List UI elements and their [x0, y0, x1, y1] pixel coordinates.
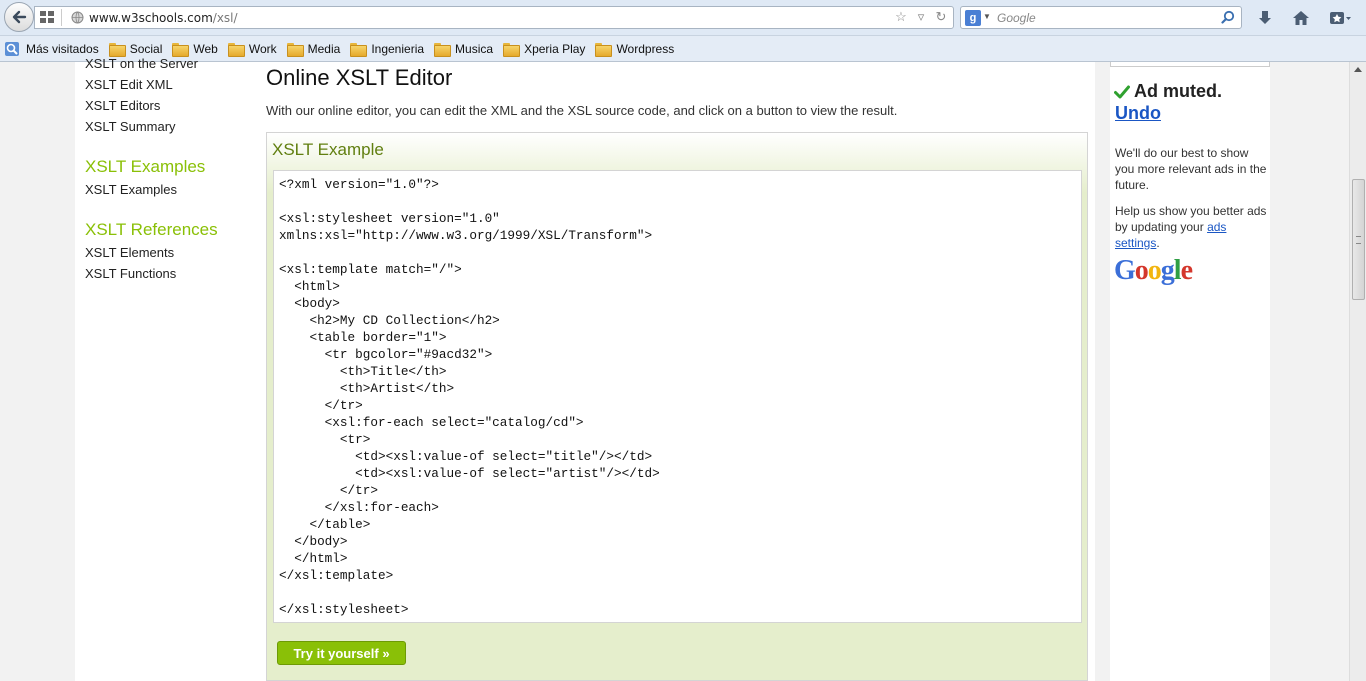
- main-content: Online XSLT Editor With our online edito…: [266, 62, 1088, 681]
- bookmark-label: Xperia Play: [524, 41, 586, 56]
- undo-link[interactable]: Undo: [1115, 103, 1161, 124]
- bookmark-label: Wordpress: [616, 41, 675, 56]
- bookmark-folder-media[interactable]: Media: [286, 39, 341, 59]
- example-title: XSLT Example: [272, 140, 384, 159]
- sidebar-link-xslt-examples[interactable]: XSLT Examples: [85, 179, 255, 200]
- address-separator: [61, 9, 62, 26]
- url-text[interactable]: www.w3schools.com/xsl/: [89, 11, 238, 25]
- ad-help-text: Help us show you better ads by updating …: [1115, 204, 1267, 234]
- code-block: <?xml version="1.0"?> <xsl:stylesheet ve…: [273, 170, 1082, 623]
- search-engine-dropdown-icon[interactable]: ▼: [983, 12, 991, 21]
- bookmark-folder-xperia-play[interactable]: Xperia Play: [503, 39, 585, 59]
- bookmarks-menu-icon: [1330, 12, 1351, 24]
- google-logo: Google: [1114, 255, 1193, 286]
- ad-panel: Ad muted. Undo We'll do our best to show…: [1110, 62, 1270, 681]
- ad-help-message: Help us show you better ads by updating …: [1115, 203, 1267, 251]
- intro-text: With our online editor, you can edit the…: [266, 103, 898, 118]
- sidebar-link-xslt-edit-xml[interactable]: XSLT Edit XML: [85, 74, 255, 95]
- tab-groups-icon[interactable]: [40, 11, 54, 23]
- back-arrow-icon: [12, 10, 27, 24]
- bookmark-label: Ingenieria: [371, 41, 425, 56]
- ad-message: We'll do our best to show you more relev…: [1115, 146, 1267, 192]
- address-bar[interactable]: www.w3schools.com/xsl/ ☆ ▿ ↻: [34, 6, 954, 29]
- vertical-scrollbar[interactable]: [1349, 62, 1366, 681]
- history-dropdown-icon[interactable]: ▿: [913, 9, 929, 25]
- navigation-toolbar: www.w3schools.com/xsl/ ☆ ▿ ↻ g ▼ Google: [0, 0, 1366, 36]
- example-box: XSLT Example <?xml version="1.0"?> <xsl:…: [266, 132, 1088, 681]
- folder-icon: [595, 42, 613, 57]
- search-bar[interactable]: g ▼ Google: [960, 6, 1242, 29]
- download-arrow-icon: [1259, 11, 1271, 24]
- sidebar-link-xslt-functions[interactable]: XSLT Functions: [85, 263, 255, 284]
- url-path: /xsl/: [212, 11, 238, 25]
- ad-muted-text: Ad muted.: [1134, 81, 1222, 101]
- try-it-yourself-button[interactable]: Try it yourself »: [277, 641, 406, 665]
- search-input[interactable]: Google: [997, 11, 1036, 25]
- folder-icon: [434, 42, 452, 57]
- ad-top-border: [1110, 62, 1270, 67]
- back-button[interactable]: [4, 2, 34, 32]
- bookmark-folder-wordpress[interactable]: Wordpress: [595, 39, 674, 59]
- most-visited-icon: [5, 41, 19, 56]
- folder-icon: [503, 42, 521, 57]
- left-sidebar: XSLT on the Server XSLT Edit XML XSLT Ed…: [85, 56, 255, 284]
- sidebar-link-xslt-elements[interactable]: XSLT Elements: [85, 242, 255, 263]
- sidebar-link-xslt-editors[interactable]: XSLT Editors: [85, 95, 255, 116]
- reload-icon[interactable]: ↻: [933, 9, 949, 25]
- search-engine-icon[interactable]: g: [965, 10, 981, 26]
- folder-icon: [286, 42, 304, 57]
- bookmarks-menu-button[interactable]: [1328, 6, 1352, 30]
- downloads-button[interactable]: [1253, 6, 1277, 30]
- ad-help-suffix: .: [1156, 236, 1160, 250]
- sidebar-link-xslt-summary[interactable]: XSLT Summary: [85, 116, 255, 137]
- sidebar-heading-examples: XSLT Examples: [85, 157, 206, 176]
- checkmark-icon: [1114, 85, 1130, 98]
- page-title: Online XSLT Editor: [266, 65, 453, 90]
- scroll-up-arrow-icon[interactable]: [1354, 67, 1362, 72]
- search-icon[interactable]: [1221, 10, 1235, 24]
- sidebar-heading-references: XSLT References: [85, 220, 218, 239]
- bookmark-label: Media: [307, 41, 341, 56]
- site-identity-icon[interactable]: [71, 11, 84, 24]
- code-text: <?xml version="1.0"?> <xsl:stylesheet ve…: [279, 177, 660, 617]
- address-bar-actions: ☆ ▿ ↻: [893, 9, 949, 25]
- sidebar-link-xslt-on-server[interactable]: XSLT on the Server: [85, 53, 255, 74]
- home-icon: [1293, 11, 1309, 25]
- ad-muted-heading: Ad muted.: [1114, 81, 1222, 102]
- folder-icon: [350, 42, 368, 57]
- bookmark-label: Musica: [455, 41, 494, 56]
- page-content: XSLT on the Server XSLT Edit XML XSLT Ed…: [75, 56, 1095, 681]
- bookmark-star-icon[interactable]: ☆: [893, 9, 909, 25]
- bookmark-folder-ingenieria[interactable]: Ingenieria: [350, 39, 424, 59]
- scrollbar-thumb[interactable]: [1352, 179, 1365, 300]
- home-button[interactable]: [1289, 6, 1313, 30]
- bookmark-folder-musica[interactable]: Musica: [434, 39, 493, 59]
- url-host: www.w3schools.com: [89, 11, 213, 25]
